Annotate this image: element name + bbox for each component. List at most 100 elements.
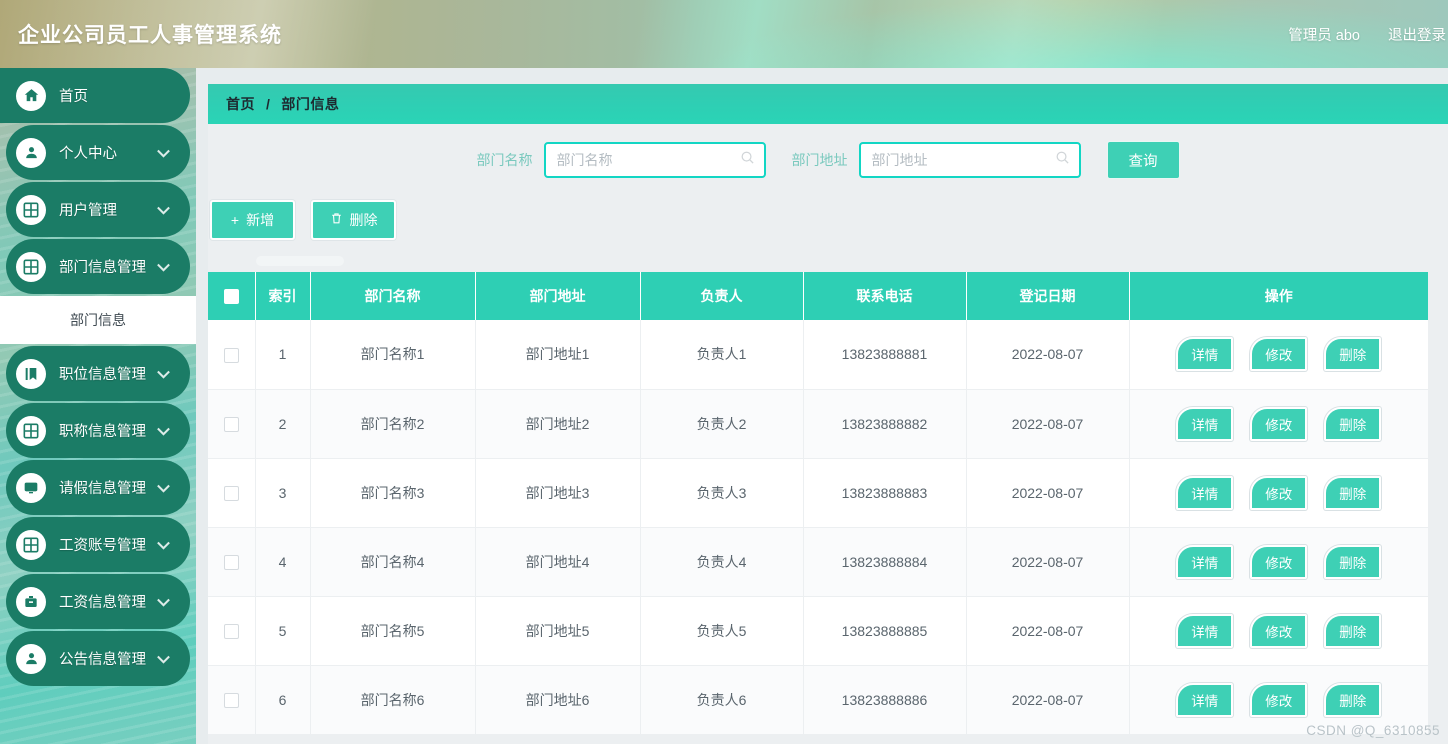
- row-delete-button[interactable]: 删除: [1324, 475, 1382, 510]
- query-button[interactable]: 查询: [1106, 141, 1180, 179]
- edit-button[interactable]: 修改: [1250, 337, 1308, 372]
- delete-button[interactable]: 删除: [311, 200, 396, 240]
- cell-phone: 13823888885: [803, 596, 967, 666]
- cell-date: 2022-08-07: [966, 458, 1130, 528]
- sidebar-item-leave-management[interactable]: 请假信息管理: [6, 460, 190, 515]
- row-delete-button[interactable]: 删除: [1324, 544, 1382, 579]
- column-head: 负责人: [640, 272, 804, 320]
- breadcrumb: 首页 / 部门信息: [208, 84, 1448, 124]
- row-select-cell: [208, 389, 256, 459]
- cell-department-name: 部门名称6: [310, 665, 476, 735]
- data-table-wrapper: 索引 部门名称 部门地址 负责人 联系电话 登记日期 操作 1 部门名称1 部门地址…: [208, 272, 1430, 735]
- sidebar-item-position-management[interactable]: 职位信息管理: [6, 346, 190, 401]
- edit-button[interactable]: 修改: [1250, 475, 1308, 510]
- chevron-down-icon: [157, 365, 170, 379]
- detail-button[interactable]: 详情: [1176, 544, 1234, 579]
- cell-department-name: 部门名称3: [310, 458, 476, 528]
- add-button[interactable]: + 新增: [210, 200, 295, 240]
- plus-icon: +: [230, 212, 240, 228]
- edit-button[interactable]: 修改: [1250, 682, 1308, 717]
- grid-icon: [16, 415, 46, 446]
- row-delete-button[interactable]: 删除: [1324, 337, 1382, 372]
- sidebar-item-label: 用户管理: [59, 203, 117, 219]
- row-checkbox[interactable]: [223, 554, 239, 570]
- department-name-input[interactable]: [556, 152, 742, 168]
- department-address-input[interactable]: [871, 152, 1057, 168]
- select-all-checkbox[interactable]: [223, 289, 239, 305]
- row-delete-button[interactable]: 删除: [1324, 613, 1382, 648]
- sidebar-subitem-department-info[interactable]: 部门信息: [0, 296, 196, 344]
- row-actions: 详情 修改 删除: [1130, 337, 1429, 372]
- sidebar-item-salary-account-management[interactable]: 工资账号管理: [6, 517, 190, 572]
- sidebar-subitem-label: 部门信息: [70, 312, 126, 328]
- row-checkbox[interactable]: [223, 692, 239, 708]
- header-user-area: 管理员 abo 退出登录: [1288, 24, 1448, 45]
- chevron-down-icon: [157, 479, 170, 493]
- row-checkbox[interactable]: [223, 485, 239, 501]
- cell-department-address: 部门地址2: [475, 389, 641, 459]
- sidebar-item-title-management[interactable]: 职称信息管理: [6, 403, 190, 458]
- content-panel: 首页 / 部门信息 部门名称 部门地址 查询: [208, 84, 1448, 744]
- cell-operations: 详情 修改 删除: [1129, 389, 1429, 459]
- sidebar: 首页 个人中心 用户管理 部门信息管理 部门信息 职位信息管理 职称信息管理 请…: [0, 68, 196, 744]
- row-delete-button[interactable]: 删除: [1324, 406, 1382, 441]
- breadcrumb-root[interactable]: 首页: [226, 94, 255, 114]
- chevron-down-icon: [157, 650, 170, 664]
- row-actions: 详情 修改 删除: [1130, 613, 1429, 648]
- sidebar-item-salary-info-management[interactable]: 工资信息管理: [6, 574, 190, 629]
- column-department-name: 部门名称: [310, 272, 476, 320]
- cell-operations: 详情 修改 删除: [1129, 527, 1428, 597]
- row-checkbox[interactable]: [223, 623, 239, 639]
- book-icon: [16, 358, 46, 389]
- cell-date: 2022-08-07: [966, 389, 1130, 459]
- detail-button[interactable]: 详情: [1176, 613, 1234, 648]
- row-checkbox[interactable]: [223, 347, 239, 363]
- edit-button[interactable]: 修改: [1250, 406, 1308, 441]
- sidebar-item-label: 首页: [59, 89, 88, 105]
- sidebar-item-home[interactable]: 首页: [0, 68, 190, 123]
- edit-button[interactable]: 修改: [1250, 613, 1308, 648]
- current-user-label: 管理员 abo: [1288, 28, 1360, 44]
- row-checkbox[interactable]: [223, 416, 239, 432]
- department-address-field[interactable]: [858, 142, 1081, 178]
- detail-button[interactable]: 详情: [1176, 682, 1234, 717]
- sidebar-item-user-management[interactable]: 用户管理: [6, 182, 190, 237]
- cell-department-address: 部门地址1: [475, 320, 641, 390]
- logout-link[interactable]: 退出登录: [1388, 24, 1446, 45]
- cell-index: 3: [255, 458, 311, 528]
- user-icon: [16, 643, 46, 674]
- horizontal-scrollbar[interactable]: [208, 254, 1448, 268]
- detail-button[interactable]: 详情: [1176, 337, 1234, 372]
- cell-head: 负责人3: [640, 458, 804, 528]
- detail-button[interactable]: 详情: [1176, 406, 1234, 441]
- row-actions: 详情 修改 删除: [1130, 406, 1429, 441]
- app-title: 企业公司员工人事管理系统: [18, 24, 282, 47]
- column-operations: 操作: [1129, 272, 1428, 320]
- table-header-row: 索引 部门名称 部门地址 负责人 联系电话 登记日期 操作: [208, 272, 1428, 320]
- row-select-cell: [208, 596, 256, 666]
- table-header: 索引 部门名称 部门地址 负责人 联系电话 登记日期 操作: [208, 272, 1428, 320]
- breadcrumb-separator: /: [266, 96, 271, 112]
- cell-operations: 详情 修改 删除: [1129, 665, 1428, 735]
- sidebar-item-personal-center[interactable]: 个人中心: [6, 125, 190, 180]
- briefcase-icon: [16, 586, 46, 617]
- cell-department-address: 部门地址3: [475, 458, 641, 528]
- cell-operations: 详情 修改 删除: [1129, 320, 1429, 390]
- sidebar-item-department-management[interactable]: 部门信息管理: [6, 239, 190, 294]
- cell-department-name: 部门名称5: [310, 596, 476, 666]
- column-phone: 联系电话: [803, 272, 967, 320]
- cell-date: 2022-08-07: [966, 596, 1130, 666]
- department-name-field[interactable]: [543, 142, 766, 178]
- cell-operations: 详情 修改 删除: [1129, 596, 1429, 666]
- sidebar-item-label: 部门信息管理: [59, 260, 146, 276]
- edit-button[interactable]: 修改: [1250, 544, 1308, 579]
- sidebar-item-notice-management[interactable]: 公告信息管理: [6, 631, 190, 686]
- sidebar-item-label: 请假信息管理: [59, 481, 146, 497]
- table-body: 1 部门名称1 部门地址1 负责人1 13823888881 2022-08-07 详情 修改…: [208, 320, 1429, 735]
- table-row: 2 部门名称2 部门地址2 负责人2 13823888882 2022-08-07 详情 修改…: [208, 389, 1429, 459]
- detail-button[interactable]: 详情: [1176, 475, 1234, 510]
- scrollbar-thumb[interactable]: [256, 256, 344, 266]
- cell-date: 2022-08-07: [966, 527, 1130, 597]
- row-delete-button[interactable]: 删除: [1324, 682, 1382, 717]
- cell-phone: 13823888884: [803, 527, 967, 597]
